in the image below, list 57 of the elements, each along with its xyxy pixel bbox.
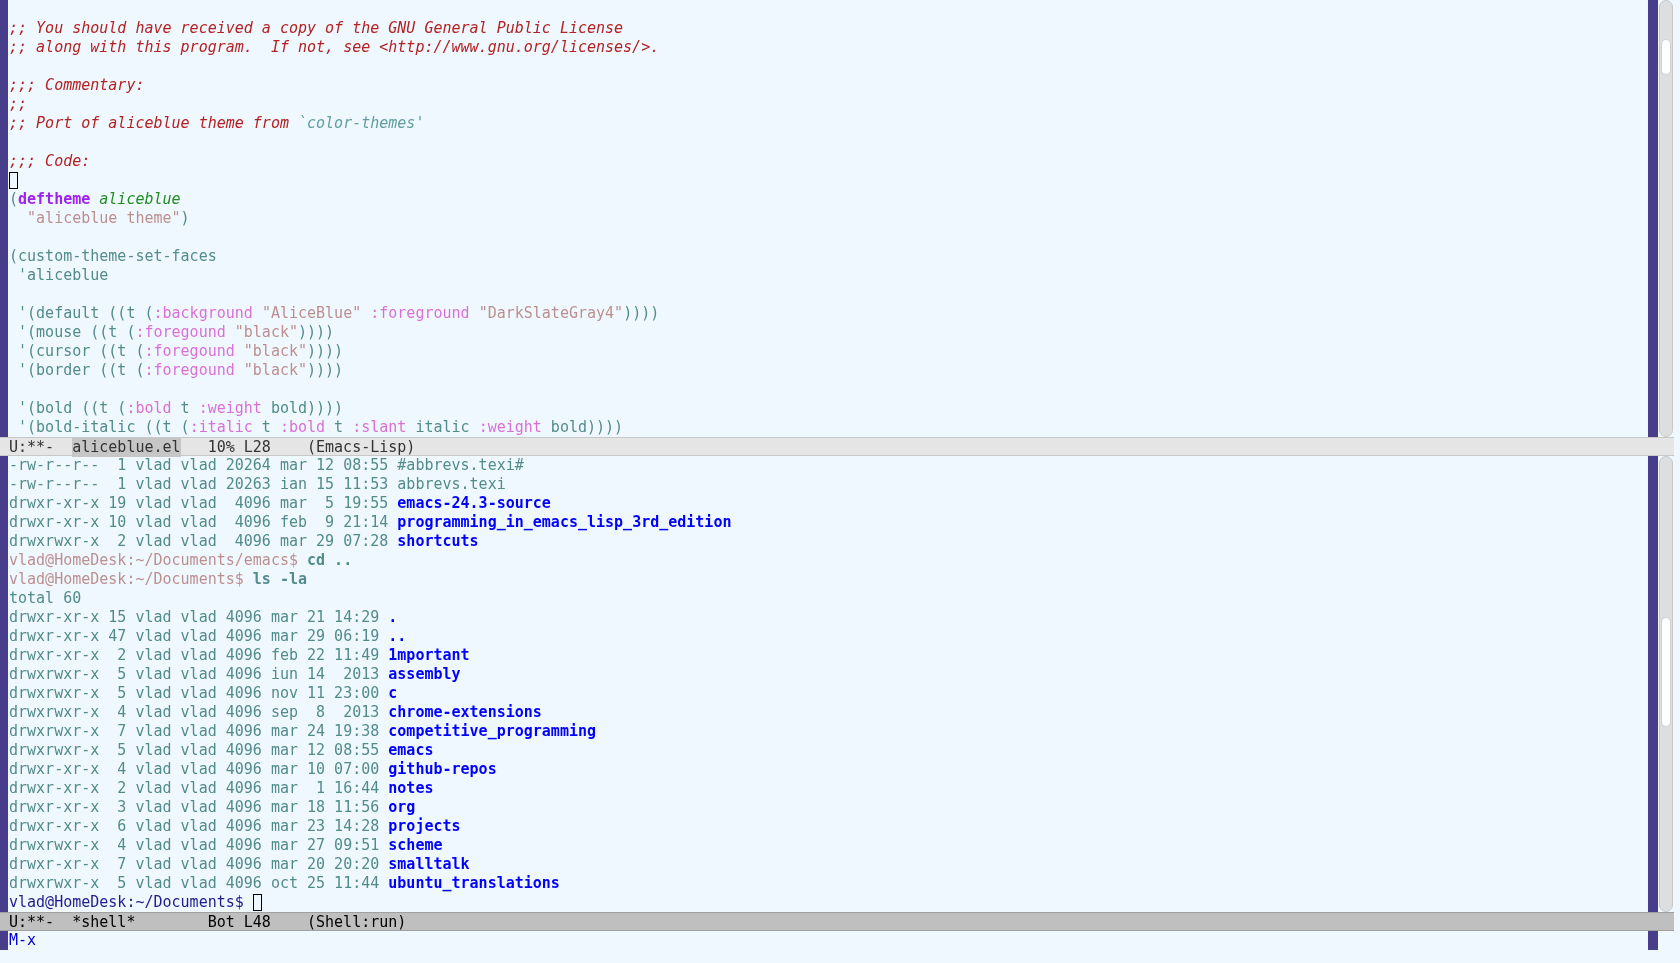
terminal-line: drwxr-xr-x 2 vlad vlad 4096 mar 1 16:44 notes	[9, 779, 434, 798]
scrollbar-thumb[interactable]	[1661, 39, 1671, 75]
buffer-name[interactable]: aliceblue.el	[72, 438, 181, 457]
code-line: '(bold-italic ((t (:italic t :bold t :slant italic :weight bold))))	[17, 418, 624, 437]
code-line: '(cursor ((t (:foregound "black"))))	[17, 342, 344, 361]
buffer-position: Bot L48	[207, 913, 271, 932]
code-line: ;;	[9, 95, 28, 114]
terminal-line: drwxrwxr-x 5 vlad vlad 4096 mar 12 08:55 emacs	[9, 741, 434, 760]
scrollbar[interactable]	[1659, 0, 1673, 437]
fringe	[0, 931, 8, 950]
terminal-line: drwxrwxr-x 4 vlad vlad 4096 mar 27 09:51 scheme	[9, 836, 443, 855]
code-line: '(bold ((t (:bold t :weight bold))))	[17, 399, 344, 418]
buffer-name[interactable]: *shell*	[72, 913, 136, 932]
fringe	[1648, 931, 1658, 950]
buffer-status: U:**-	[9, 438, 55, 457]
code-line: (deftheme aliceblue	[9, 190, 181, 209]
code-line: '(border ((t (:foregound "black"))))	[17, 361, 344, 380]
major-mode[interactable]: (Shell:run)	[307, 913, 407, 932]
terminal-line: -rw-r--r-- 1 vlad vlad 20263 ian 15 11:53 abbrevs.texi	[9, 475, 506, 494]
terminal-line: drwxr-xr-x 19 vlad vlad 4096 mar 5 19:55 emacs-24.3-source	[9, 494, 551, 513]
text-cursor	[252, 894, 262, 911]
terminal-line: vlad@HomeDesk:~/Documents$	[9, 893, 245, 912]
terminal-line: drwxr-xr-x 47 vlad vlad 4096 mar 29 06:19 ..	[9, 627, 407, 646]
buffer-position: 10% L28	[207, 438, 271, 457]
terminal-line: drwxr-xr-x 10 vlad vlad 4096 feb 9 21:14 programming_in_emacs_lisp_3rd_edition	[9, 513, 732, 532]
code-line: '(mouse ((t (:foregound "black"))))	[17, 323, 335, 342]
terminal-line: -rw-r--r-- 1 vlad vlad 20264 mar 12 08:55 #abbrevs.texi#	[9, 456, 524, 475]
terminal-line: drwxr-xr-x 6 vlad vlad 4096 mar 23 14:28 projects	[9, 817, 461, 836]
code-line: (custom-theme-set-faces	[9, 247, 217, 266]
code-line: 'aliceblue	[17, 266, 109, 285]
terminal-line: drwxrwxr-x 5 vlad vlad 4096 oct 25 11:44 ubuntu_translations	[9, 874, 560, 893]
terminal-line: drwxrwxr-x 5 vlad vlad 4096 iun 14 2013 assembly	[9, 665, 461, 684]
terminal-line: drwxrwxr-x 5 vlad vlad 4096 nov 11 23:00 c	[9, 684, 398, 703]
minibuffer-text: M-x	[9, 931, 37, 950]
terminal-line: drwxr-xr-x 4 vlad vlad 4096 mar 10 07:00 github-repos	[9, 760, 497, 779]
major-mode[interactable]: (Emacs-Lisp)	[307, 438, 416, 457]
terminal-line: drwxr-xr-x 7 vlad vlad 4096 mar 20 20:20 smalltalk	[9, 855, 470, 874]
code-line: ;;; Code:	[9, 152, 91, 171]
terminal-line: drwxr-xr-x 15 vlad vlad 4096 mar 21 14:29 .	[9, 608, 398, 627]
code-line: ;;; Commentary:	[9, 76, 145, 95]
terminal-line: drwxrwxr-x 4 vlad vlad 4096 sep 8 2013 chrome-extensions	[9, 703, 542, 722]
code-line: ;; along with this program. If not, see <http://www.gnu.org/licenses/>.	[9, 38, 660, 57]
code-line: ;; You should have received a copy of the GNU General Public License	[9, 19, 624, 38]
terminal-line: vlad@HomeDesk:~/Documents/emacs$ cd ..	[9, 551, 353, 570]
code-line: "aliceblue theme")	[26, 209, 190, 228]
buffer-status: U:**-	[9, 913, 55, 932]
terminal-line: drwxrwxr-x 7 vlad vlad 4096 mar 24 19:38 competitive_programming	[9, 722, 596, 741]
terminal-line: drwxr-xr-x 3 vlad vlad 4096 mar 18 11:56 org	[9, 798, 416, 817]
terminal-line: vlad@HomeDesk:~/Documents$ ls -la	[9, 570, 308, 589]
scrollbar[interactable]	[1659, 456, 1673, 912]
terminal-line: drwxr-xr-x 2 vlad vlad 4096 feb 22 11:49 1mportant	[9, 646, 470, 665]
text-cursor	[9, 172, 18, 189]
terminal-line: total 60	[9, 589, 82, 608]
code-line: ;; Port of aliceblue theme from `color-themes'	[9, 114, 425, 133]
terminal-line: drwxrwxr-x 2 vlad vlad 4096 mar 29 07:28 shortcuts	[9, 532, 479, 551]
code-line: '(default ((t (:background "AliceBlue" :foreground "DarkSlateGray4"))))	[17, 304, 660, 323]
scrollbar-thumb[interactable]	[1661, 617, 1671, 727]
